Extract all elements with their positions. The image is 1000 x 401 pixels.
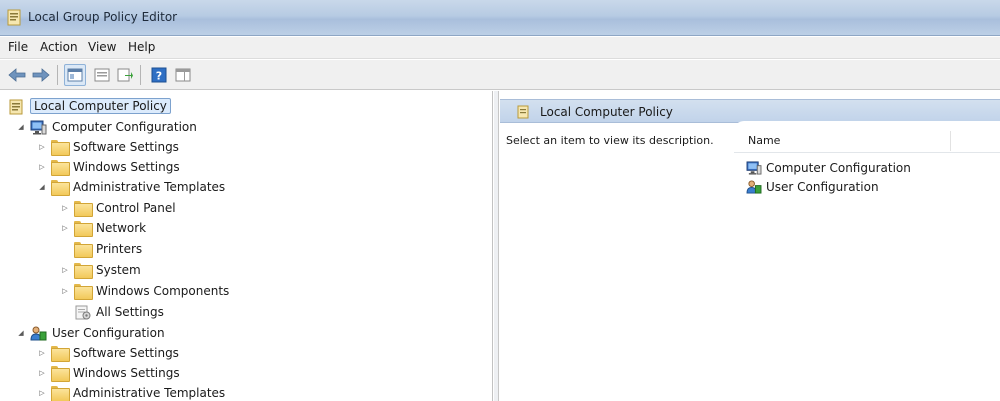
collapsed-arrow-icon[interactable]: ▷ <box>60 223 70 233</box>
help-icon[interactable]: ? <box>148 64 170 86</box>
folder-icon <box>74 200 93 217</box>
tree-item-label: Windows Settings <box>73 366 180 380</box>
tree-item-windows-settings[interactable]: ▷ Windows Settings <box>37 157 180 177</box>
tree-item-user-configuration[interactable]: ◢ User Configuration <box>16 323 165 343</box>
collapsed-arrow-icon[interactable]: ▷ <box>37 162 47 172</box>
toolbar: ? <box>0 60 1000 90</box>
tree-item-administrative-templates[interactable]: ◢ Administrative Templates <box>37 177 225 197</box>
folder-icon <box>74 262 93 279</box>
computer-config-icon <box>746 161 762 175</box>
tree-item-label: Printers <box>96 242 143 256</box>
user-config-icon <box>746 180 762 194</box>
menu-help[interactable]: Help <box>128 40 155 54</box>
menu-action[interactable]: Action <box>40 40 78 54</box>
no-toggle <box>60 244 70 254</box>
computer-config-icon <box>30 120 47 135</box>
tree-item-label: Administrative Templates <box>73 180 226 194</box>
toolbar-separator <box>57 65 58 85</box>
folder-icon <box>51 179 70 196</box>
menu-bar: File Action View Help <box>0 37 1000 59</box>
tree-item-user-software-settings[interactable]: ▷ Software Settings <box>37 343 179 363</box>
menu-file[interactable]: File <box>8 40 28 54</box>
list-item-user-configuration[interactable]: User Configuration <box>746 178 879 196</box>
tree-item-label: Computer Configuration <box>52 120 197 134</box>
tree-item-control-panel[interactable]: ▷ Control Panel <box>60 198 176 218</box>
tree-item-printers[interactable]: Printers <box>60 239 142 259</box>
tree-item-network[interactable]: ▷ Network <box>60 218 146 238</box>
collapsed-arrow-icon[interactable]: ▷ <box>60 203 70 213</box>
tree-item-local-computer-policy[interactable]: Local Computer Policy <box>8 96 171 116</box>
expanded-arrow-icon[interactable]: ◢ <box>37 182 47 192</box>
tree-item-user-administrative-templates[interactable]: ▷ Administrative Templates <box>37 383 225 401</box>
collapsed-arrow-icon[interactable]: ▷ <box>37 368 47 378</box>
properties-icon[interactable] <box>91 64 113 86</box>
folder-icon <box>51 365 70 382</box>
tree-item-computer-configuration[interactable]: ◢ Computer Configuration <box>16 117 197 137</box>
folder-icon <box>51 159 70 176</box>
expanded-arrow-icon[interactable]: ◢ <box>16 122 26 132</box>
policy-icon <box>516 105 530 119</box>
tree-item-label: User Configuration <box>52 326 165 340</box>
forward-arrow-icon[interactable] <box>30 64 52 86</box>
tree-item-label: Local Computer Policy <box>30 98 171 114</box>
tree-item-windows-components[interactable]: ▷ Windows Components <box>60 281 229 301</box>
tree-item-label: Software Settings <box>73 140 179 154</box>
window-title: Local Group Policy Editor <box>28 10 178 24</box>
console-tree[interactable]: Local Computer Policy ◢ Computer Configu… <box>0 91 493 401</box>
collapsed-arrow-icon[interactable]: ▷ <box>60 265 70 275</box>
collapsed-arrow-icon[interactable]: ▷ <box>60 286 70 296</box>
expanded-arrow-icon[interactable]: ◢ <box>16 328 26 338</box>
folder-icon <box>74 220 93 237</box>
list-item-label: User Configuration <box>766 180 879 194</box>
show-action-pane-icon[interactable] <box>172 64 194 86</box>
column-divider[interactable] <box>950 131 951 151</box>
collapsed-arrow-icon[interactable]: ▷ <box>37 348 47 358</box>
toolbar-separator <box>140 65 141 85</box>
export-list-icon[interactable] <box>114 64 136 86</box>
description-text: Select an item to view its description. <box>506 134 714 147</box>
title-bar: Local Group Policy Editor <box>0 0 1000 36</box>
tree-item-user-windows-settings[interactable]: ▷ Windows Settings <box>37 363 180 383</box>
collapsed-arrow-icon[interactable]: ▷ <box>37 142 47 152</box>
policy-icon <box>8 99 25 114</box>
tree-item-label: Windows Settings <box>73 160 180 174</box>
user-config-icon <box>30 326 47 341</box>
details-header: Local Computer Policy <box>500 99 1000 123</box>
show-hide-tree-icon[interactable] <box>64 64 86 86</box>
tree-item-system[interactable]: ▷ System <box>60 260 141 280</box>
column-header-name[interactable]: Name <box>748 134 780 147</box>
tree-item-label: System <box>96 263 141 277</box>
svg-text:?: ? <box>156 70 162 83</box>
back-arrow-icon[interactable] <box>6 64 28 86</box>
tree-item-software-settings[interactable]: ▷ Software Settings <box>37 137 179 157</box>
list-item-label: Computer Configuration <box>766 161 911 175</box>
tree-item-label: Windows Components <box>96 284 230 298</box>
collapsed-arrow-icon[interactable]: ▷ <box>37 388 47 398</box>
folder-icon <box>74 283 93 300</box>
tree-item-all-settings[interactable]: All Settings <box>60 302 164 322</box>
column-header: Name <box>734 129 1000 153</box>
list-item-computer-configuration[interactable]: Computer Configuration <box>746 159 911 177</box>
item-list[interactable]: Name Computer Configuration User Configu… <box>734 121 1000 401</box>
tree-item-label: Control Panel <box>96 201 176 215</box>
policy-icon <box>6 9 22 26</box>
no-toggle <box>60 307 70 317</box>
folder-icon <box>51 345 70 362</box>
tree-item-label: Software Settings <box>73 346 179 360</box>
details-title: Local Computer Policy <box>540 105 673 119</box>
all-settings-icon <box>74 305 91 320</box>
tree-item-label: All Settings <box>96 305 164 319</box>
tree-item-label: Network <box>96 221 147 235</box>
folder-icon <box>74 241 93 258</box>
folder-icon <box>51 139 70 156</box>
pane-splitter[interactable] <box>494 91 499 401</box>
details-pane: Local Computer Policy Select an item to … <box>500 91 1000 401</box>
tree-item-label: Administrative Templates <box>73 386 226 400</box>
folder-icon <box>51 385 70 401</box>
menu-view[interactable]: View <box>88 40 116 54</box>
